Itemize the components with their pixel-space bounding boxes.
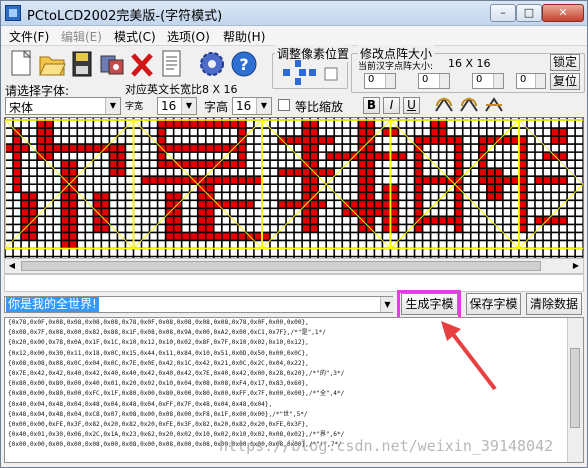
annotation-arrow: [441, 321, 497, 391]
restore-button[interactable]: 复位: [550, 73, 580, 90]
output-vertical-scrollbar[interactable]: [567, 318, 583, 462]
tool-icon[interactable]: [97, 48, 127, 80]
rotate-icon[interactable]: [458, 96, 480, 115]
menu-mode[interactable]: 模式(C): [114, 28, 156, 45]
menu-edit[interactable]: 编辑(E): [61, 28, 102, 45]
minimize-button[interactable]: –: [490, 4, 516, 22]
dot-matrix-preview[interactable]: [4, 117, 584, 273]
output-line: {0x00,0x00,0xFE,0x3F,0x82,0x20,0x82,0x20…: [8, 421, 309, 429]
svg-text:?: ?: [239, 55, 248, 74]
title-bar[interactable]: PCtoLCD2002完美版-(字符模式) – □ ✕: [1, 1, 587, 26]
output-line: {0x48,0x04,0x48,0x04,0xC8,0x07,0x08,0x00…: [8, 410, 308, 418]
flip-icon[interactable]: [483, 96, 505, 115]
proportional-checkbox[interactable]: [278, 99, 290, 111]
underline-button[interactable]: U: [403, 97, 420, 114]
open-icon[interactable]: [37, 48, 67, 80]
bold-button[interactable]: B: [363, 97, 380, 114]
scroll-thumb[interactable]: [21, 261, 541, 271]
highlight-box: [397, 290, 461, 320]
grid-horizontal-scrollbar[interactable]: ◀ ▶: [4, 258, 584, 274]
save-icon[interactable]: [67, 48, 97, 80]
width-label: 字宽: [125, 102, 144, 112]
text-input-value: 你是我的全世界!: [6, 297, 99, 312]
height-spinner[interactable]: 0: [418, 73, 450, 89]
help-icon[interactable]: ?: [229, 48, 259, 80]
current-size-value: 16 X 16: [448, 57, 491, 70]
text-input[interactable]: 你是我的全世界!: [4, 296, 393, 313]
proportional-label: 等比缩放: [295, 100, 344, 114]
font-select[interactable]: 宋体 ▼: [5, 97, 121, 115]
ascii-ratio-label: 对应英文长宽比8 X 16: [125, 83, 238, 96]
close-button[interactable]: ✕: [542, 4, 584, 22]
save-font-button[interactable]: 保存字模: [466, 293, 521, 315]
offset-x-spinner[interactable]: 0: [472, 73, 504, 89]
rotate-left-icon[interactable]: [433, 96, 455, 115]
chevron-down-icon: ▼: [105, 98, 120, 114]
grid-footer: [4, 274, 584, 292]
watermark: https://blog.csdn.net/weixin_39148042: [219, 437, 554, 455]
font-width-select[interactable]: 16 ▼: [157, 97, 197, 115]
italic-button[interactable]: I: [383, 97, 400, 114]
scroll-thumb[interactable]: [570, 348, 580, 428]
menu-bar: 文件(F) 编辑(E) 模式(C) 选项(O) 帮助(H): [1, 26, 587, 46]
maximize-button[interactable]: □: [516, 4, 542, 22]
scroll-left-icon[interactable]: ◀: [6, 260, 18, 272]
app-icon: [5, 5, 21, 21]
menu-help[interactable]: 帮助(H): [223, 28, 265, 45]
height-label: 字高: [204, 100, 229, 114]
chevron-down-icon[interactable]: ▼: [380, 297, 394, 312]
lock-button[interactable]: 锁定: [550, 54, 580, 71]
app-window: PCtoLCD2002完美版-(字符模式) – □ ✕ 文件(F) 编辑(E) …: [0, 0, 588, 468]
font-height-select[interactable]: 16 ▼: [232, 97, 272, 115]
pixel-shift-icons[interactable]: [279, 60, 343, 86]
output-line: {0x40,0x04,0x48,0x04,0x48,0x04,0x48,0x04…: [8, 400, 273, 408]
settings-icon[interactable]: [197, 48, 227, 80]
dot-matrix-canvas[interactable]: [5, 118, 584, 273]
chevron-down-icon: ▼: [181, 98, 196, 114]
current-size-label: 当前汉字点阵大小:: [358, 62, 434, 72]
clear-button[interactable]: 清除数据: [526, 293, 582, 315]
dot-size-group: 修改点阵大小 当前汉字点阵大小: 16 X 16 0 0 0 0 锁定 复位: [351, 45, 585, 93]
delete-icon[interactable]: [127, 48, 157, 80]
offset-y-spinner[interactable]: 0: [516, 73, 546, 89]
menu-options[interactable]: 选项(O): [167, 28, 210, 45]
pixel-adjust-group: 调整像素位置: [272, 45, 352, 89]
menu-file[interactable]: 文件(F): [9, 28, 49, 45]
document-icon[interactable]: [157, 48, 187, 80]
new-icon[interactable]: [7, 48, 37, 80]
width-spinner[interactable]: 0: [364, 73, 396, 89]
window-title: PCtoLCD2002完美版-(字符模式): [27, 9, 223, 24]
chevron-down-icon: ▼: [256, 98, 271, 114]
scroll-right-icon[interactable]: ▶: [570, 260, 582, 272]
